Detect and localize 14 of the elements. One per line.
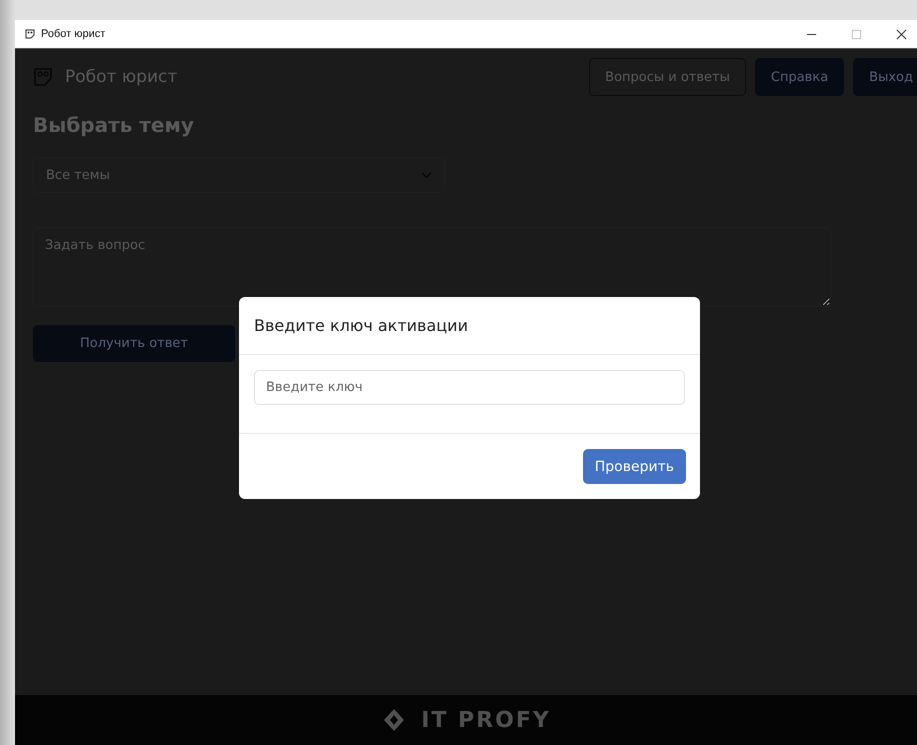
nav-button[interactable]: Вопросы и ответы <box>589 58 746 96</box>
brand-name: IT PROFY <box>421 708 551 732</box>
key-input-field[interactable]: Введите ключ <box>254 370 685 405</box>
close-icon[interactable] <box>896 28 907 40</box>
dialog-title: Введите ключ активации <box>254 316 468 335</box>
nav-button[interactable]: Справка <box>754 58 844 96</box>
check-button[interactable]: Проверить <box>582 449 686 484</box>
submit-button[interactable]: Получить ответ <box>33 325 235 362</box>
section-heading: Выбрать тему <box>33 113 195 137</box>
topic-select[interactable]: Все темы <box>33 157 445 193</box>
app-icon <box>25 29 35 39</box>
window-title: Робот юрист <box>41 28 106 40</box>
nav-button[interactable]: Выход <box>853 58 917 96</box>
app-title: Робот юрист <box>65 67 178 87</box>
